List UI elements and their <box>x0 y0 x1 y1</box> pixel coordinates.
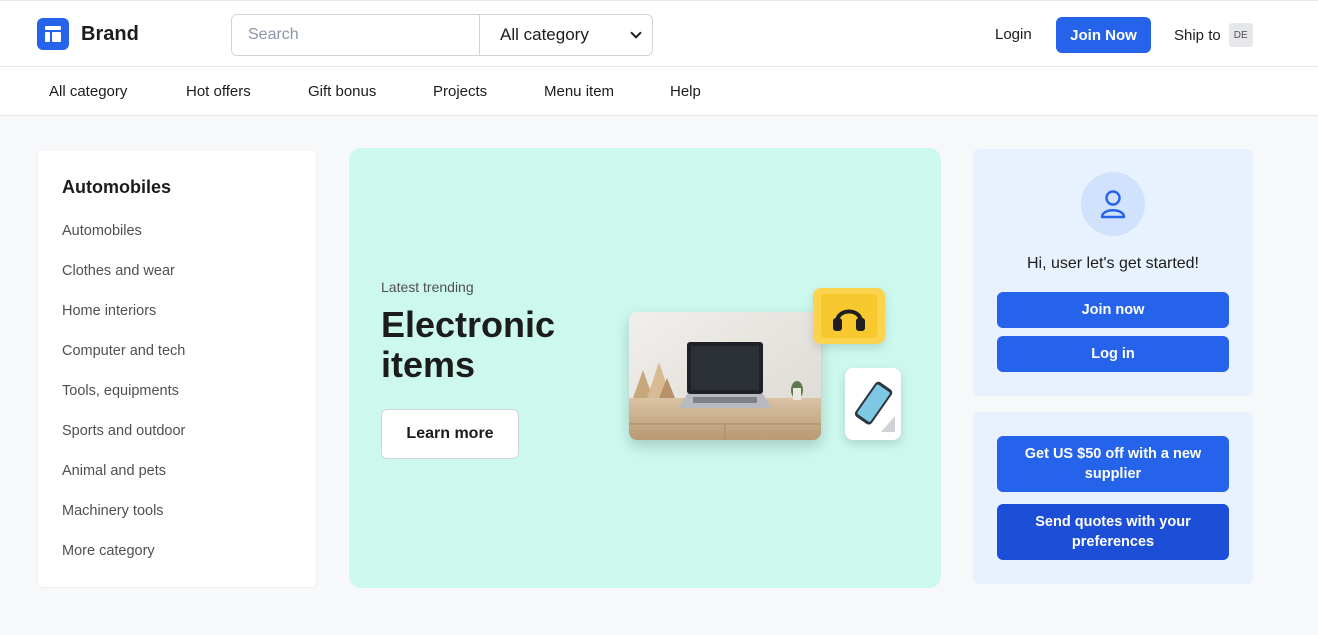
headphones-image <box>813 288 885 344</box>
brand-logo-icon <box>37 18 69 50</box>
learn-more-button[interactable]: Learn more <box>381 409 519 459</box>
nav-item-help[interactable]: Help <box>670 83 701 100</box>
sidebar-title: Automobiles <box>62 177 172 197</box>
country-flag-icon: DE <box>1228 23 1253 47</box>
user-avatar-icon <box>1081 172 1145 236</box>
promo-card: Get US $50 off with a new supplier Send … <box>973 412 1253 584</box>
join-now-card-button[interactable]: Join now <box>997 292 1229 328</box>
nav-item-menu-item[interactable]: Menu item <box>544 83 614 100</box>
sidebar-item-automobiles[interactable]: Automobiles <box>62 223 142 239</box>
hero-banner: Latest trending Electronic items Learn m… <box>349 148 941 588</box>
hero-title: Electronic items <box>381 304 556 385</box>
greeting-text: Hi, user let's get started! <box>1026 255 1199 272</box>
top-header: Brand All category Login Join Now Ship t… <box>0 0 1318 67</box>
search-input[interactable] <box>232 15 480 55</box>
nav-item-all-category[interactable]: All category <box>49 83 127 100</box>
supplier-offer-button[interactable]: Get US $50 off with a new supplier <box>997 436 1229 492</box>
join-now-button[interactable]: Join Now <box>1056 17 1151 53</box>
sidebar-item-clothes[interactable]: Clothes and wear <box>62 263 175 279</box>
chevron-down-icon <box>630 27 642 39</box>
hero-subtitle: Latest trending <box>381 279 474 295</box>
send-quotes-button[interactable]: Send quotes with your preferences <box>997 504 1229 560</box>
search-bar: All category <box>231 14 653 56</box>
brand[interactable]: Brand <box>37 18 139 50</box>
category-sidebar: Automobiles Automobiles Clothes and wear… <box>37 149 317 588</box>
login-link[interactable]: Login <box>995 26 1032 43</box>
sidebar-item-computer-tech[interactable]: Computer and tech <box>62 343 185 359</box>
nav-item-gift-bonus[interactable]: Gift bonus <box>308 83 376 100</box>
sidebar-item-machinery[interactable]: Machinery tools <box>62 503 164 519</box>
ship-to-label: Ship to <box>1174 26 1221 44</box>
nav-item-hot-offers[interactable]: Hot offers <box>186 83 251 100</box>
ship-to-selector[interactable]: Ship to DE <box>1174 23 1253 47</box>
sidebar-item-animals[interactable]: Animal and pets <box>62 463 166 479</box>
sidebar-item-more[interactable]: More category <box>62 543 155 559</box>
laptop-image <box>629 312 821 440</box>
category-select[interactable]: All category <box>480 15 652 55</box>
nav-item-projects[interactable]: Projects <box>433 83 487 100</box>
sidebar-item-home-interiors[interactable]: Home interiors <box>62 303 156 319</box>
main-nav: All category Hot offers Gift bonus Proje… <box>0 67 1318 116</box>
category-select-value: All category <box>500 25 589 44</box>
sidebar-item-sports[interactable]: Sports and outdoor <box>62 423 185 439</box>
brand-name: Brand <box>81 22 139 45</box>
smartphone-image <box>845 368 901 440</box>
sidebar-item-tools[interactable]: Tools, equipments <box>62 383 179 399</box>
user-welcome-card: Hi, user let's get started! Join now Log… <box>973 149 1253 396</box>
log-in-button[interactable]: Log in <box>997 336 1229 372</box>
